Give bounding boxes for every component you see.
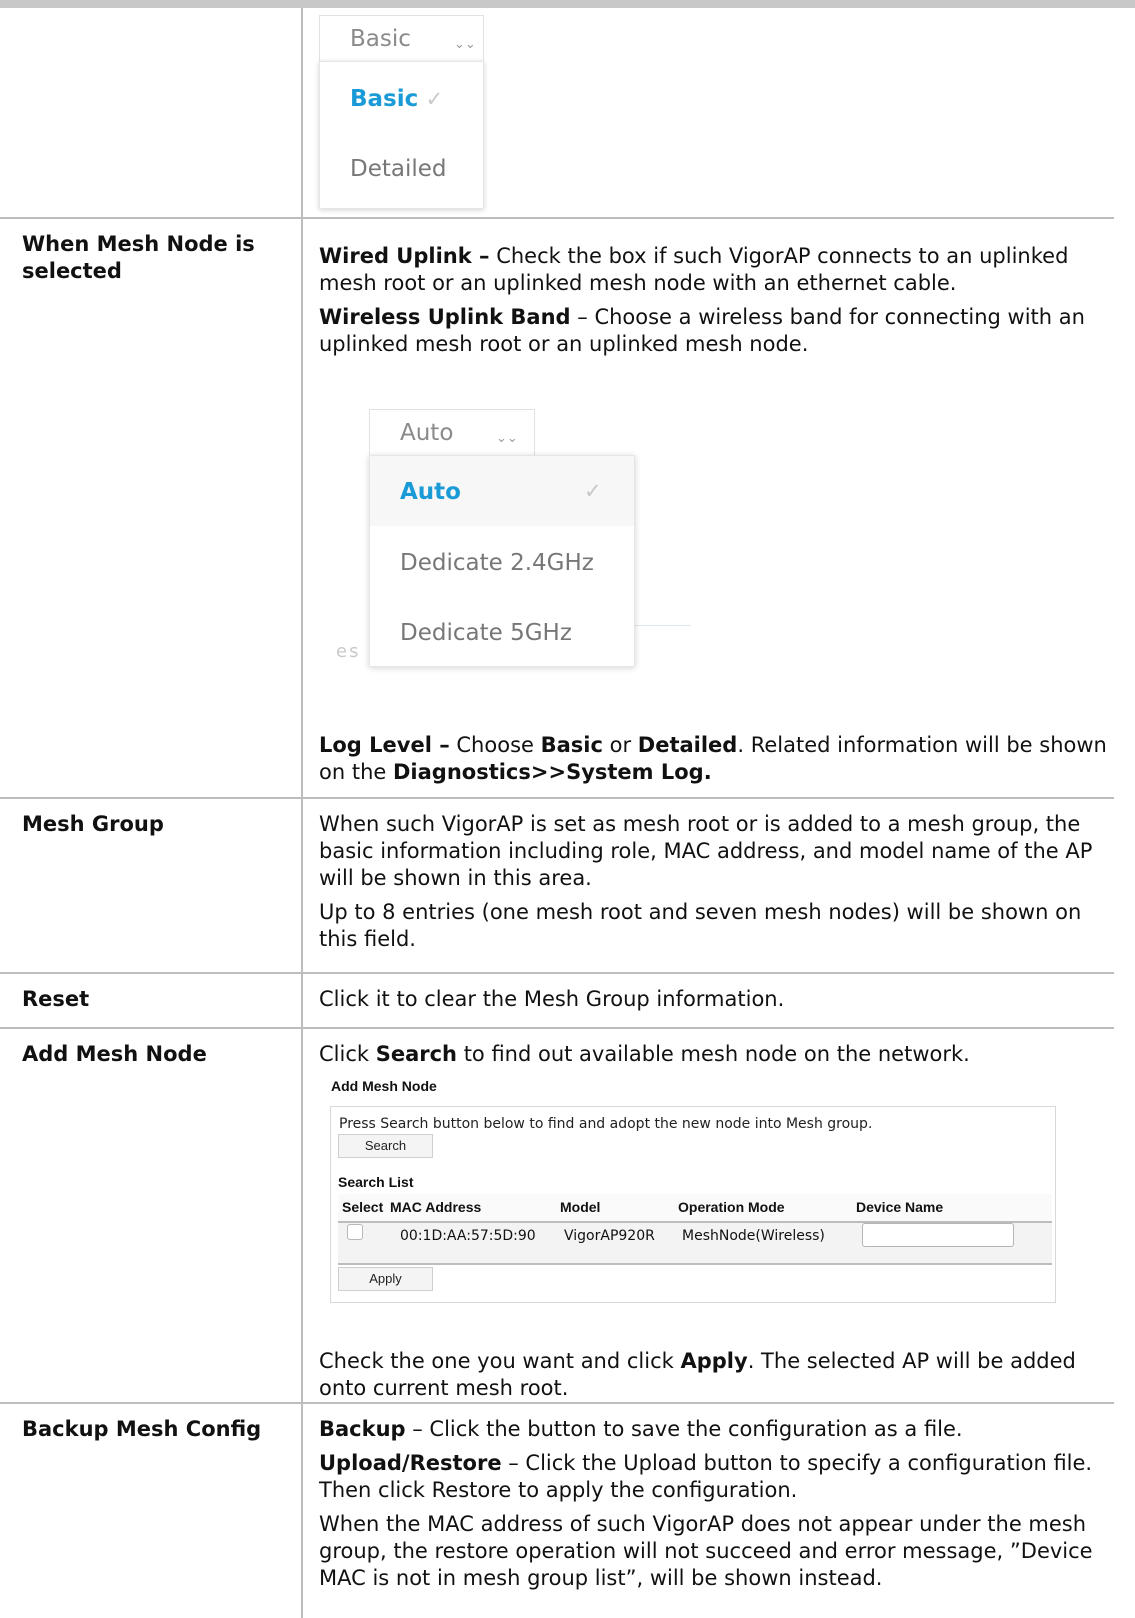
paragraph: When such VigorAP is set as mesh root or… <box>319 812 1093 890</box>
mode-cell: MeshNode(Wireless) <box>678 1222 856 1264</box>
term: Upload/Restore <box>319 1451 502 1475</box>
option-label: Basic <box>350 86 419 112</box>
mac-cell: 00:1D:AA:57:5D:90 <box>390 1222 560 1264</box>
term: Basic <box>540 733 603 757</box>
dropdown-menu: Basic ✓ Detailed <box>319 61 484 209</box>
text: to find out available mesh node on the n… <box>457 1042 970 1066</box>
menu-path: Diagnostics>>System Log. <box>392 760 712 784</box>
paragraph: Upload/Restore – Click the Upload button… <box>319 1450 1114 1504</box>
check-icon: ✓ <box>425 87 444 111</box>
search-list-table: Select MAC Address Model Operation Mode … <box>338 1194 1052 1265</box>
panel-title: Add Mesh Node <box>331 1078 437 1094</box>
wireless-band-dropdown[interactable]: Auto ⌄⌄ es Auto ✓ Dedicate 2.4GHz Dedica… <box>336 409 691 679</box>
paragraph: Backup – Click the button to save the co… <box>319 1416 1114 1443</box>
term: Backup <box>319 1417 406 1441</box>
column-header: MAC Address <box>390 1194 560 1222</box>
dropdown-option[interactable]: Detailed <box>350 156 447 183</box>
dropdown-header[interactable]: Basic ⌄⌄ <box>319 15 484 61</box>
row-label: Mesh Group <box>0 798 303 973</box>
row-label: Backup Mesh Config <box>0 1403 303 1618</box>
wireless-band-paragraph: Wireless Uplink Band – Choose a wireless… <box>319 304 1114 358</box>
background-line <box>635 625 691 626</box>
model-cell: VigorAP920R <box>560 1222 678 1264</box>
dropdown-option[interactable]: Basic ✓ <box>350 86 443 113</box>
table-row: Basic ⌄⌄ Basic ✓ Detailed <box>0 8 1114 218</box>
table-row: Reset Click it to clear the Mesh Group i… <box>0 973 1114 1028</box>
row-label: Add Mesh Node <box>0 1028 303 1403</box>
parameter-table: Basic ⌄⌄ Basic ✓ Detailed When Mesh Node… <box>0 8 1114 1618</box>
paragraph: Click it to clear the Mesh Group informa… <box>319 987 785 1011</box>
device-name-input[interactable] <box>862 1223 1014 1247</box>
apply-button[interactable]: Apply <box>338 1267 433 1291</box>
chevron-down-icon: ⌄⌄ <box>454 37 476 52</box>
term: Wireless Uplink Band <box>319 305 571 329</box>
row-label: Reset <box>0 973 303 1028</box>
column-header: Operation Mode <box>678 1194 856 1222</box>
check-icon: ✓ <box>584 479 602 503</box>
add-mesh-node-panel: Press Search button below to find and ad… <box>330 1106 1056 1303</box>
text: Check the one you want and click <box>319 1349 681 1373</box>
paragraph: Click Search to find out available mesh … <box>319 1041 1114 1068</box>
row-label: When Mesh Node is selected <box>0 218 303 798</box>
column-header: Select <box>338 1194 390 1222</box>
option-label: Dedicate 2.4GHz <box>400 550 594 576</box>
dropdown-menu: Auto ✓ Dedicate 2.4GHz Dedicate 5GHz <box>369 455 635 667</box>
term: Log Level – <box>319 733 450 757</box>
log-level-paragraph: Log Level – Choose Basic or Detailed. Re… <box>319 732 1114 786</box>
top-border <box>0 0 1135 8</box>
term: Search <box>375 1042 458 1066</box>
dropdown-option[interactable]: Dedicate 5GHz <box>370 596 634 666</box>
table-row: Add Mesh Node Click Search to find out a… <box>0 1028 1114 1403</box>
table-header-row: Select MAC Address Model Operation Mode … <box>338 1194 1052 1222</box>
text: Choose <box>449 733 541 757</box>
table-row: Mesh Group When such VigorAP is set as m… <box>0 798 1114 973</box>
row-label-empty <box>0 8 303 218</box>
background-text: es <box>336 641 361 662</box>
dropdown-header[interactable]: Auto ⌄⌄ <box>369 409 535 455</box>
term: Detailed <box>637 733 738 757</box>
search-button[interactable]: Search <box>338 1134 433 1158</box>
log-level-dropdown[interactable]: Basic ⌄⌄ Basic ✓ Detailed <box>319 15 484 211</box>
chevron-down-icon: ⌄⌄ <box>496 431 518 446</box>
table-row: When Mesh Node is selected Wired Uplink … <box>0 218 1114 798</box>
table-row: 00:1D:AA:57:5D:90 VigorAP920R MeshNode(W… <box>338 1222 1052 1264</box>
wired-uplink-paragraph: Wired Uplink – Check the box if such Vig… <box>319 243 1114 297</box>
paragraph: When the MAC address of such VigorAP doe… <box>319 1512 1093 1590</box>
column-header: Model <box>560 1194 678 1222</box>
dropdown-current-value: Basic <box>350 26 411 52</box>
select-checkbox[interactable] <box>347 1224 363 1240</box>
option-label: Auto <box>400 479 461 505</box>
text: – Click the button to save the configura… <box>405 1417 963 1441</box>
option-label: Dedicate 5GHz <box>400 620 572 646</box>
table-row: Backup Mesh Config Backup – Click the bu… <box>0 1403 1114 1618</box>
option-label: Detailed <box>350 156 447 182</box>
paragraph: Check the one you want and click Apply. … <box>319 1348 1114 1402</box>
term: Apply <box>680 1349 748 1373</box>
dropdown-option[interactable]: Auto ✓ <box>370 456 634 526</box>
column-header: Device Name <box>856 1194 1052 1222</box>
text: or <box>602 733 638 757</box>
text: Click <box>319 1042 376 1066</box>
dropdown-current-value: Auto <box>400 420 454 446</box>
term: Wired Uplink – <box>319 244 490 268</box>
search-list-label: Search List <box>338 1174 414 1190</box>
paragraph: Up to 8 entries (one mesh root and seven… <box>319 900 1082 951</box>
dropdown-option[interactable]: Dedicate 2.4GHz <box>370 526 634 596</box>
